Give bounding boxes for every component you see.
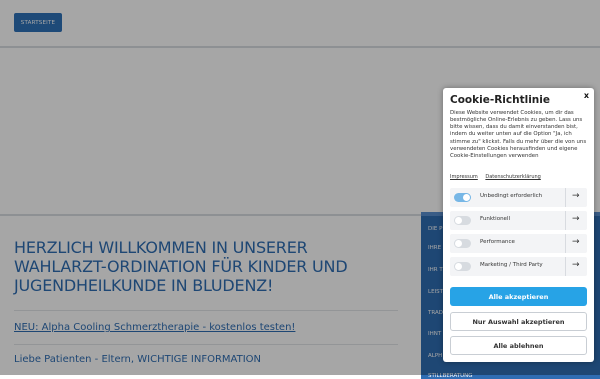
separator <box>565 211 566 230</box>
separator <box>565 234 566 253</box>
impressum-link[interactable]: Impressum <box>450 174 478 180</box>
datenschutz-link[interactable]: Datenschutzerklärung <box>485 174 540 180</box>
separator <box>565 188 566 207</box>
cookie-dialog: x Cookie-Richtlinie Diese Website verwen… <box>443 88 594 362</box>
accept-selection-button[interactable]: Nur Auswahl akzeptieren <box>450 312 587 331</box>
cookie-title: Cookie-Richtlinie <box>450 94 550 106</box>
category-label: Unbedingt erforderlich <box>480 193 543 199</box>
arrow-right-icon[interactable]: → <box>572 214 580 224</box>
toggle-switch[interactable] <box>454 216 471 225</box>
category-label: Funktionell <box>480 216 510 222</box>
toggle-switch[interactable] <box>454 239 471 248</box>
cookie-links: Impressum Datenschutzerklärung <box>450 174 547 180</box>
accept-all-button[interactable]: Alle akzeptieren <box>450 287 587 306</box>
cookie-category-marketing[interactable]: Marketing / Third Party → <box>450 257 587 276</box>
cookie-category-performance[interactable]: Performance → <box>450 234 587 253</box>
cookie-description: Diese Website verwendet Cookies, um dir … <box>450 110 587 159</box>
category-label: Performance <box>480 239 515 245</box>
cookie-category-necessary[interactable]: Unbedingt erforderlich → <box>450 188 587 207</box>
arrow-right-icon[interactable]: → <box>572 260 580 270</box>
arrow-right-icon[interactable]: → <box>572 191 580 201</box>
toggle-switch[interactable] <box>454 193 471 202</box>
reject-all-button[interactable]: Alle ablehnen <box>450 336 587 355</box>
arrow-right-icon[interactable]: → <box>572 237 580 247</box>
separator <box>565 257 566 276</box>
cookie-category-functional[interactable]: Funktionell → <box>450 211 587 230</box>
category-label: Marketing / Third Party <box>480 262 543 268</box>
close-icon[interactable]: x <box>584 91 589 100</box>
toggle-switch[interactable] <box>454 262 471 271</box>
